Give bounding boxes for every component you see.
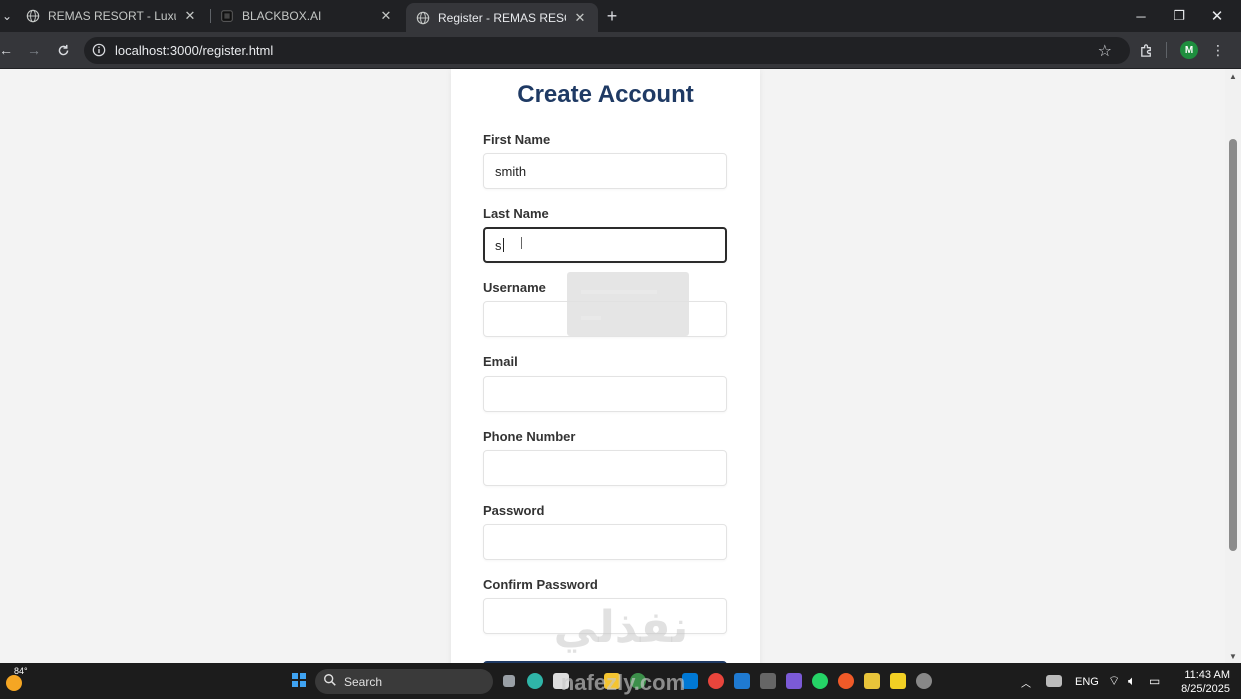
close-tab-icon[interactable]: ✕ <box>572 10 588 26</box>
page-viewport: Create Account First Name smith Last Nam… <box>0 69 1225 663</box>
forward-arrow-icon[interactable]: → <box>22 39 46 61</box>
autofill-dropdown[interactable] <box>567 272 689 336</box>
phone-label: Phone Number <box>483 429 576 444</box>
watermark: نفذلي nafezly.com <box>546 602 696 698</box>
tray-app-icon[interactable] <box>1046 675 1062 687</box>
language-indicator[interactable]: ENG <box>1075 676 1099 688</box>
page-title: Create Account <box>517 81 694 108</box>
scroll-down-arrow-icon[interactable]: ▼ <box>1225 649 1241 663</box>
watermark-latin: nafezly.com <box>560 670 686 695</box>
sticky-notes-icon[interactable] <box>890 673 906 689</box>
weather-widget[interactable]: 84° <box>6 666 28 691</box>
first-name-label: First Name <box>483 132 551 147</box>
reload-icon[interactable] <box>51 39 75 61</box>
notes-icon[interactable] <box>864 673 880 689</box>
last-name-value: s <box>495 237 502 253</box>
chrome-icon[interactable] <box>708 673 724 689</box>
tab-strip: ⌄ REMAS RESORT - Luxury Chalets ✕ BLACKB… <box>0 0 1241 32</box>
address-bar[interactable]: localhost:3000/register.html ☆ <box>84 37 1130 64</box>
minimize-icon[interactable]: ─ <box>1122 0 1160 32</box>
globe-icon <box>416 11 430 24</box>
extensions-puzzle-icon[interactable] <box>1134 39 1158 61</box>
username-label: Username <box>483 280 546 295</box>
taskbar-search[interactable]: Search <box>315 669 493 694</box>
kebab-menu-icon[interactable]: ⋮ <box>1206 39 1230 61</box>
password-input[interactable] <box>483 524 727 560</box>
puzzle-glyph <box>1140 43 1151 57</box>
autofill-suggestion[interactable] <box>581 290 657 294</box>
password-label: Password <box>483 503 545 518</box>
blackbox-logo-icon <box>221 10 233 22</box>
temperature: 84° <box>14 666 28 676</box>
app-icon[interactable] <box>916 673 932 689</box>
register-card: Create Account First Name smith Last Nam… <box>451 69 760 663</box>
site-info-icon[interactable] <box>92 43 106 57</box>
profile-avatar[interactable]: M <box>1180 41 1198 59</box>
terminal-icon[interactable] <box>760 673 776 689</box>
url-text: localhost:3000/register.html <box>115 43 274 58</box>
whatsapp-icon[interactable] <box>812 673 828 689</box>
new-tab-plus-icon[interactable]: + <box>602 6 622 26</box>
tab-search-chevron-icon[interactable]: ⌄ <box>0 6 14 26</box>
close-tab-icon[interactable]: ✕ <box>182 8 198 24</box>
email-input[interactable] <box>483 376 727 412</box>
close-window-icon[interactable]: ✕ <box>1198 0 1236 32</box>
sun-icon <box>6 675 22 691</box>
tab-title: Register - REMAS RESORT <box>438 10 566 25</box>
tab-register[interactable]: Register - REMAS RESORT ✕ <box>406 3 598 32</box>
postman-icon[interactable] <box>838 673 854 689</box>
back-arrow-icon[interactable]: ← <box>0 39 18 61</box>
windows-start-icon[interactable] <box>292 673 306 687</box>
edge-browser-icon[interactable] <box>527 673 543 689</box>
vscode-icon[interactable] <box>734 673 750 689</box>
tab-title: REMAS RESORT - Luxury Chalets <box>48 9 176 23</box>
globe-icon <box>26 9 40 23</box>
tab-blackbox[interactable]: BLACKBOX.AI ✕ <box>210 3 404 29</box>
taskbar-clock[interactable]: 11:43 AM 8/25/2025 <box>1168 668 1230 696</box>
email-label: Email <box>483 354 518 369</box>
volume-icon[interactable]: 🔈︎ <box>1128 673 1136 689</box>
search-icon <box>324 674 336 686</box>
close-tab-icon[interactable]: ✕ <box>378 8 394 24</box>
battery-icon[interactable]: ▭ <box>1149 674 1160 688</box>
toolbar-divider <box>1166 42 1167 58</box>
scroll-thumb[interactable] <box>1229 139 1237 551</box>
bookmark-star-icon[interactable]: ☆ <box>1098 41 1112 61</box>
last-name-input[interactable]: s <box>483 227 727 263</box>
page-scrollbar[interactable]: ▲ ▼ <box>1225 69 1241 663</box>
autofill-suggestion[interactable] <box>581 316 601 320</box>
first-name-input[interactable]: smith <box>483 153 727 189</box>
browser-toolbar: ← → localhost:3000/register.html ☆ M ⋮ <box>0 32 1241 69</box>
wifi-icon[interactable]: ⌔ <box>1108 673 1120 689</box>
tab-remas-home[interactable]: REMAS RESORT - Luxury Chalets ✕ <box>16 3 208 29</box>
search-label: Search <box>344 675 383 689</box>
restore-icon[interactable]: ❐ <box>1160 0 1198 32</box>
reload-glyph <box>58 44 68 55</box>
last-name-label: Last Name <box>483 206 549 221</box>
confirm-password-label: Confirm Password <box>483 577 598 592</box>
teams-icon[interactable] <box>786 673 802 689</box>
watermark-arabic: نفذلي <box>553 602 689 653</box>
clock-time: 11:43 AM <box>1184 669 1230 681</box>
scroll-up-arrow-icon[interactable]: ▲ <box>1225 69 1241 83</box>
text-cursor-ibeam <box>521 237 524 249</box>
clock-date: 8/25/2025 <box>1181 683 1230 695</box>
task-view-icon[interactable] <box>503 675 515 687</box>
show-hidden-icons-chevron-icon[interactable]: ︿ <box>1021 675 1031 690</box>
tab-title: BLACKBOX.AI <box>242 9 322 23</box>
phone-input[interactable] <box>483 450 727 486</box>
first-name-value: smith <box>495 163 527 179</box>
text-caret <box>502 238 504 252</box>
